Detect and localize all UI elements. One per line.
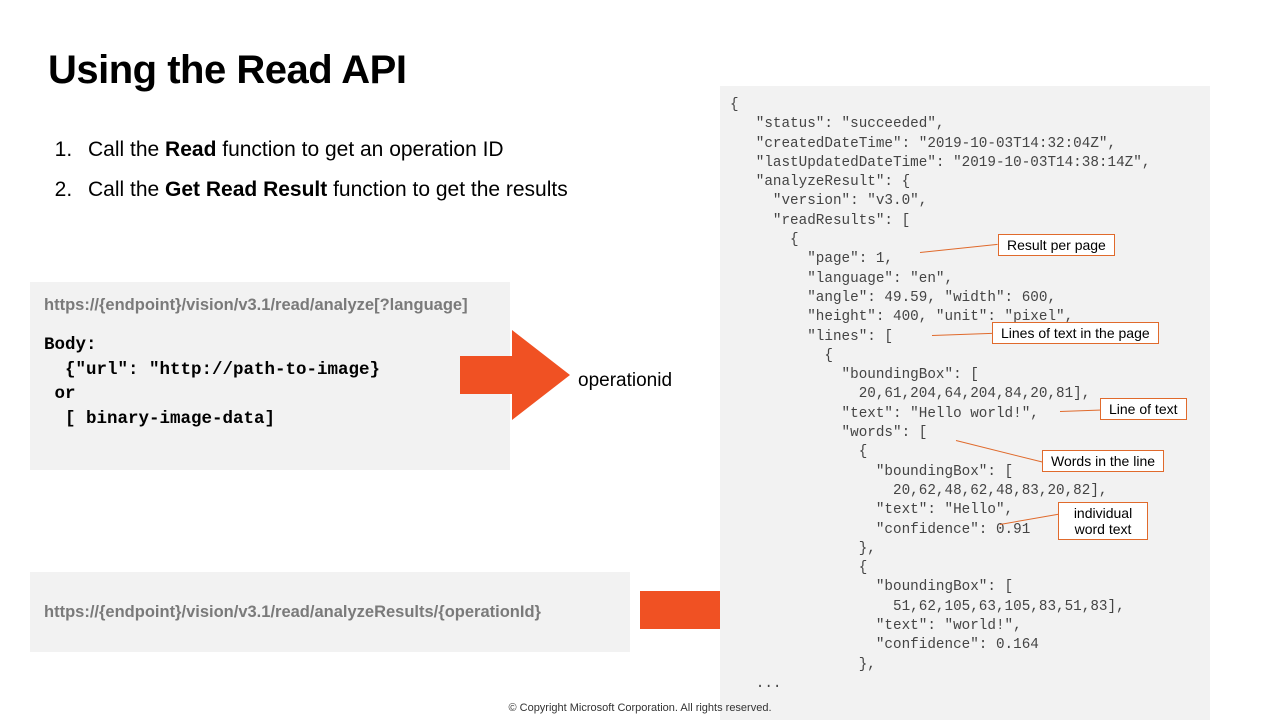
request-body: Body: {"url": "http://path-to-image} or … [44,333,496,431]
callout-words-in-line: Words in the line [1042,450,1164,472]
callout-individual-word: individual word text [1058,502,1148,540]
callout-line-of-text: Line of text [1100,398,1187,420]
step-1-suffix: function to get an operation ID [216,138,503,161]
slide-title: Using the Read API [48,48,406,93]
operation-id-label: operationid [578,370,672,392]
endpoint-url-1: https://{endpoint}/vision/v3.1/read/anal… [44,296,496,315]
arrow-icon [460,320,570,430]
step-2-suffix: function to get the results [327,178,567,201]
step-1-prefix: Call the [88,138,165,161]
endpoint-url-2: https://{endpoint}/vision/v3.1/read/anal… [44,603,541,622]
steps-list: Call the Read function to get an operati… [48,130,568,210]
step-1: Call the Read function to get an operati… [78,130,568,170]
step-1-bold: Read [165,138,216,161]
step-2-prefix: Call the [88,178,165,201]
request-box-2: https://{endpoint}/vision/v3.1/read/anal… [30,572,630,652]
callout-lines-of-text: Lines of text in the page [992,322,1159,344]
step-2-bold: Get Read Result [165,178,327,201]
copyright-footer: © Copyright Microsoft Corporation. All r… [0,702,1280,714]
request-box-1: https://{endpoint}/vision/v3.1/read/anal… [30,282,510,470]
step-2: Call the Get Read Result function to get… [78,170,568,210]
callout-result-per-page: Result per page [998,234,1115,256]
